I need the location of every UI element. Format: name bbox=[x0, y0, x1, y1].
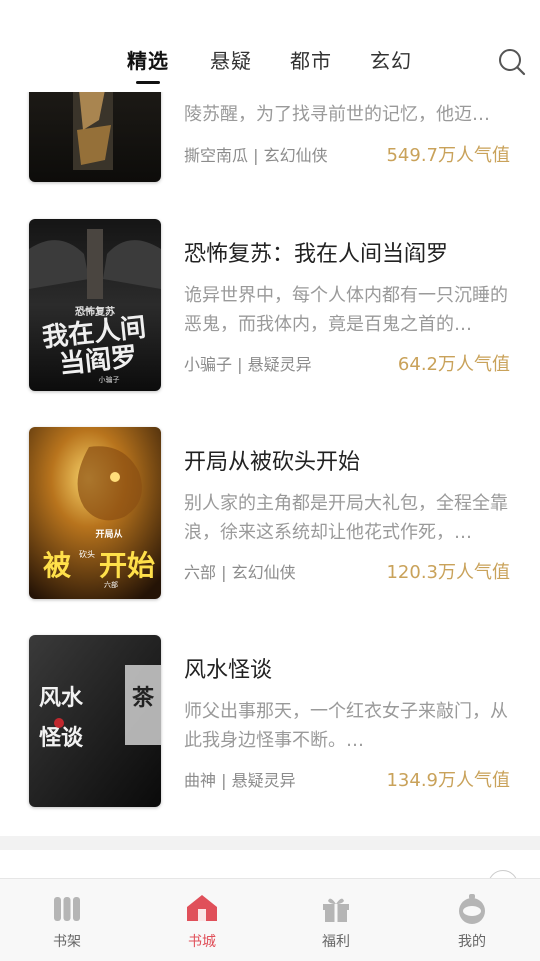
book-popularity: 134.9万人气值 bbox=[386, 770, 510, 791]
bookshelf-icon bbox=[49, 891, 85, 927]
tab-label: 悬疑 bbox=[210, 49, 252, 73]
gift-icon bbox=[318, 891, 354, 927]
search-icon[interactable] bbox=[498, 48, 526, 76]
book-title: 风水怪谈 bbox=[184, 658, 273, 683]
book-description: 师父出事那天，一个红衣女子来敲门，从此我身边怪事不断。… bbox=[184, 701, 508, 751]
cover-subtitle: 开局从 bbox=[95, 529, 122, 540]
nav-label: 书城 bbox=[188, 934, 216, 950]
tab-xuanyi[interactable]: 悬疑 bbox=[210, 46, 252, 76]
tab-label: 都市 bbox=[290, 49, 332, 73]
book-cover[interactable]: 茶 风水 怪谈 bbox=[29, 635, 161, 807]
book-item[interactable]: 开局从 被 砍头 开始 六部 开局从被砍头开始 别人家的主角都是开局大礼包，全程… bbox=[0, 427, 540, 601]
cover-title-line2: 怪谈 bbox=[39, 725, 84, 751]
book-description: 诡异世界中，每个人体内都有一只沉睡的恶鬼，而我体内，竟是百鬼之首的… bbox=[184, 285, 508, 335]
category-tabs: 精选 悬疑 都市 玄幻 bbox=[0, 46, 540, 86]
nav-label: 福利 bbox=[322, 934, 350, 950]
cover-word-kaishi: 开始 bbox=[99, 549, 155, 582]
nav-profile[interactable]: 我的 bbox=[422, 879, 522, 961]
tab-xuanhuan[interactable]: 玄幻 bbox=[370, 46, 412, 76]
profile-icon bbox=[454, 891, 490, 927]
cover-title-line1: 风水 bbox=[39, 685, 84, 711]
book-meta: 撕空南瓜 | 玄幻仙侠 bbox=[184, 146, 328, 165]
cover-sign-text: 茶 bbox=[132, 686, 155, 711]
book-title: 开局从被砍头开始 bbox=[184, 450, 361, 475]
book-meta: 六部 | 玄幻仙侠 bbox=[184, 563, 296, 582]
cover-author: 六部 bbox=[104, 580, 118, 589]
tab-jingxuan[interactable]: 精选 bbox=[127, 46, 169, 84]
tab-dushi[interactable]: 都市 bbox=[290, 46, 332, 76]
nav-label: 书架 bbox=[53, 934, 81, 950]
book-title: 恐怖复苏：我在人间当阎罗 bbox=[184, 242, 449, 267]
book-item[interactable]: 恐怖复苏 我在人间 当阎罗 小骗子 恐怖复苏：我在人间当阎罗 诡异世界中，每个人… bbox=[0, 219, 540, 393]
top-tab-bar: 精选 悬疑 都市 玄幻 bbox=[0, 0, 540, 92]
book-description: 陵苏醒，为了找寻前世的记忆，他迈… bbox=[184, 104, 490, 125]
nav-welfare[interactable]: 福利 bbox=[286, 879, 386, 961]
book-cover[interactable]: 开局从 被 砍头 开始 六部 bbox=[29, 427, 161, 599]
book-description: 别人家的主角都是开局大礼包，全程全靠浪，徐来这系统却让他花式作死，… bbox=[184, 493, 508, 543]
next-section-header bbox=[0, 850, 540, 878]
cover-word-bei: 被 bbox=[43, 549, 71, 582]
section-divider bbox=[0, 836, 540, 850]
section-more-icon[interactable] bbox=[488, 870, 518, 878]
tab-label: 精选 bbox=[127, 49, 169, 73]
active-tab-indicator bbox=[136, 81, 160, 84]
book-popularity: 64.2万人气值 bbox=[397, 354, 510, 375]
book-item[interactable]: 茶 风水 怪谈 风水怪谈 师父出事那天，一个红衣女子来敲门，从此我身边怪事不断。… bbox=[0, 635, 540, 809]
cover-author: 小骗子 bbox=[99, 375, 120, 384]
book-meta: 曲神 | 悬疑灵异 bbox=[184, 771, 296, 790]
nav-bookstore[interactable]: 书城 bbox=[152, 879, 252, 961]
bookstore-icon bbox=[184, 891, 220, 927]
book-popularity: 120.3万人气值 bbox=[386, 562, 510, 583]
book-meta: 小骗子 | 悬疑灵异 bbox=[184, 355, 312, 374]
cover-word-kantou: 砍头 bbox=[79, 549, 95, 559]
tab-label: 玄幻 bbox=[370, 49, 412, 73]
book-popularity: 549.7万人气值 bbox=[386, 145, 510, 166]
nav-bookshelf[interactable]: 书架 bbox=[17, 879, 117, 961]
book-cover[interactable]: 恐怖复苏 我在人间 当阎罗 小骗子 bbox=[29, 219, 161, 391]
bottom-navigation: 书架 书城 福利 我的 bbox=[0, 878, 540, 961]
nav-label: 我的 bbox=[458, 934, 486, 950]
